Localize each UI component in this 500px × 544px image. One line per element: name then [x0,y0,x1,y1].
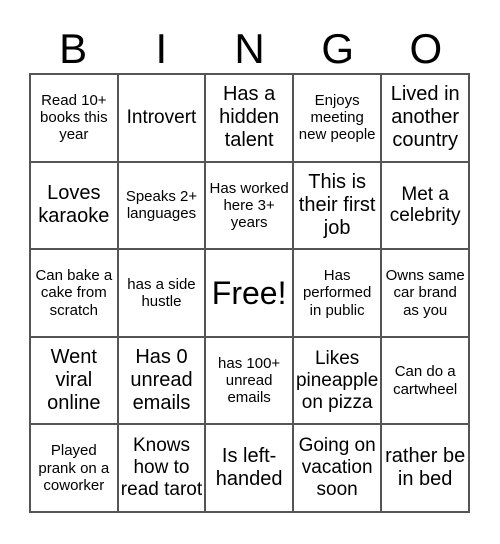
bingo-cell[interactable]: Owns same car brand as you [381,249,469,337]
bingo-cell[interactable]: Introvert [117,74,206,162]
bingo-cell[interactable]: Has 0 unread emails [117,336,206,425]
header-letter: B [59,25,88,72]
bingo-cell[interactable]: Read 10+ books this year [30,74,118,162]
bingo-cell[interactable]: Can bake a cake from scratch [30,249,118,337]
bingo-cell[interactable]: Lived in another country [381,74,469,162]
bingo-cell[interactable]: Played prank on a coworker [30,424,118,512]
bingo-cell[interactable]: Likes pineapple on pizza [292,336,382,425]
bingo-cell[interactable]: Can do a cartwheel [381,336,469,425]
header-letter: G [321,25,355,72]
bingo-cell[interactable]: has a side hustle [117,249,206,337]
bingo-cell[interactable]: Speaks 2+ languages [117,161,206,250]
bingo-cell[interactable]: rather be in bed [381,424,469,512]
bingo-cell[interactable]: has 100+ unread emails [205,336,293,425]
bingo-card: Read 10+ books this year Introvert Has a… [29,73,470,513]
bingo-cell[interactable]: Knows how to read tarot [117,424,206,512]
bingo-cell[interactable]: Loves karaoke [30,161,118,250]
bingo-cell[interactable]: Has worked here 3+ years [205,161,293,250]
header-letter: I [155,25,168,72]
free-space[interactable]: Free! [205,249,293,337]
bingo-cell[interactable]: Enjoys meeting new people [292,74,382,162]
bingo-header: B I N G O [29,26,470,72]
bingo-cell[interactable]: Met a celebrity [381,161,469,250]
bingo-cell[interactable]: Has performed in public [292,249,382,337]
bingo-cell[interactable]: Has a hidden talent [205,74,293,162]
bingo-cell[interactable]: Is left-handed [205,424,293,512]
header-letter: N [234,25,265,72]
header-letter: O [409,25,443,72]
bingo-cell[interactable]: Went viral online [30,336,118,425]
bingo-cell[interactable]: Going on vacation soon [292,424,382,512]
bingo-cell[interactable]: This is their first job [292,161,382,250]
